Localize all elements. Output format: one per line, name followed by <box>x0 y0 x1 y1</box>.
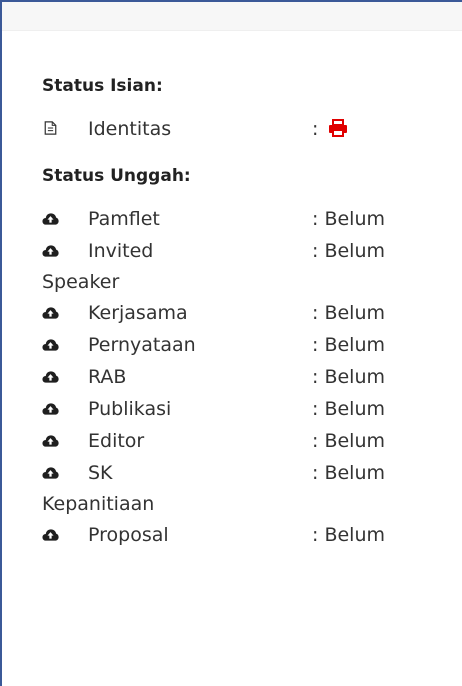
cloud-upload-icon[interactable] <box>42 244 59 258</box>
print-icon[interactable] <box>328 118 348 137</box>
upload-label: RAB <box>88 366 127 388</box>
upload-label: Pamflet <box>88 208 160 230</box>
cloud-upload-icon[interactable] <box>42 338 59 352</box>
upload-row-invited: Invited : Belum <box>42 235 442 267</box>
upload-status: : Belum <box>312 398 385 420</box>
upload-label: Proposal <box>88 524 169 546</box>
upload-label-continuation: Speaker <box>42 271 120 293</box>
cloud-upload-icon[interactable] <box>42 370 59 384</box>
identitas-label: Identitas <box>88 118 172 140</box>
identitas-separator: : <box>312 118 319 140</box>
upload-row-kerjasama: Kerjasama : Belum <box>42 297 442 329</box>
upload-row-pernyataan: Pernyataan : Belum <box>42 329 442 361</box>
panel-header-band <box>2 2 462 31</box>
upload-status: : Belum <box>312 524 385 546</box>
upload-label: Kerjasama <box>88 302 188 324</box>
status-isian-heading: Status Isian: <box>42 76 163 96</box>
upload-label: SK <box>88 462 113 484</box>
upload-list: Pamflet : Belum Invited : Belum Speaker … <box>42 203 442 551</box>
identitas-row: Identitas : <box>42 113 442 145</box>
upload-status: : Belum <box>312 240 385 262</box>
upload-label: Invited <box>88 240 154 262</box>
upload-row-publikasi: Publikasi : Belum <box>42 393 442 425</box>
file-icon <box>44 121 57 135</box>
upload-row-sk: SK : Belum <box>42 457 442 489</box>
status-unggah-heading: Status Unggah: <box>42 166 191 186</box>
upload-status: : Belum <box>312 334 385 356</box>
upload-status: : Belum <box>312 366 385 388</box>
upload-status: : Belum <box>312 302 385 324</box>
upload-row-rab: RAB : Belum <box>42 361 442 393</box>
status-panel: Status Isian: Identitas : Status Unggah: <box>42 74 442 551</box>
upload-label-continuation: Kepanitiaan <box>42 493 155 515</box>
upload-row-editor: Editor : Belum <box>42 425 442 457</box>
upload-row-proposal: Proposal : Belum <box>42 519 442 551</box>
identitas-status: : <box>312 113 348 145</box>
upload-label: Publikasi <box>88 398 172 420</box>
cloud-upload-icon[interactable] <box>42 466 59 480</box>
cloud-upload-icon[interactable] <box>42 212 59 226</box>
cloud-upload-icon[interactable] <box>42 306 59 320</box>
cloud-upload-icon[interactable] <box>42 434 59 448</box>
cloud-upload-icon[interactable] <box>42 402 59 416</box>
upload-status: : Belum <box>312 462 385 484</box>
upload-row-pamflet: Pamflet : Belum <box>42 203 442 235</box>
upload-label: Pernyataan <box>88 334 196 356</box>
upload-status: : Belum <box>312 430 385 452</box>
upload-status: : Belum <box>312 208 385 230</box>
cloud-upload-icon[interactable] <box>42 528 59 542</box>
upload-label: Editor <box>88 430 145 452</box>
